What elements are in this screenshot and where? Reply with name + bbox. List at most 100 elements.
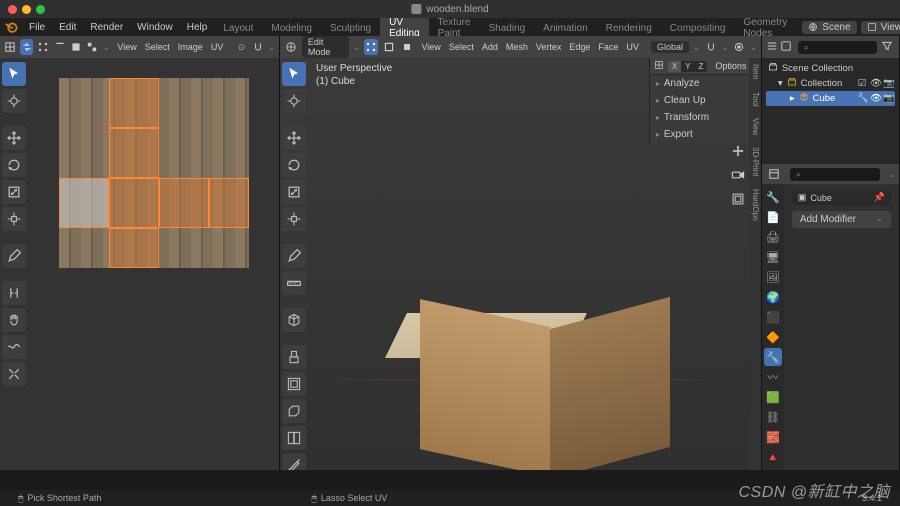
tab-modeling[interactable]: Modeling [262,18,321,38]
object-item[interactable]: ▸ Cube 🔧👁📷 [766,91,895,106]
tab-compositing[interactable]: Compositing [661,18,735,38]
transform-tool[interactable] [2,207,26,231]
pinch-tool[interactable] [2,362,26,386]
scale-tool[interactable] [2,180,26,204]
eye-icon[interactable]: 👁 [870,93,880,104]
ntab-view[interactable]: View [749,112,761,141]
transform-tool[interactable] [282,207,306,231]
camera-view-icon[interactable] [729,166,747,184]
snap-toggle-icon[interactable] [704,39,718,55]
editor-type-icon[interactable] [766,40,780,55]
menu-window[interactable]: Window [130,22,180,33]
tab-texture-paint[interactable]: Texture Paint [429,18,480,38]
minimize-window-dot[interactable] [22,5,31,14]
island-select-icon[interactable] [86,39,98,55]
face-mode-icon[interactable] [400,39,414,55]
proptab-object[interactable]: 🔶 [764,328,782,346]
npanel-export[interactable]: Export [650,126,749,143]
bevel-tool[interactable] [282,399,306,423]
camera-icon[interactable]: 📷 [883,93,893,104]
proptab-world[interactable]: 🌍 [764,288,782,306]
uv-menu-select[interactable]: Select [141,42,174,52]
proptab-physics[interactable]: 🟩 [764,388,782,406]
orientation-selector[interactable]: Global [651,41,689,53]
cursor-tool[interactable] [2,89,26,113]
modifier-icon[interactable]: 🔧 [857,93,867,104]
scene-collection-item[interactable]: Scene Collection [766,61,895,76]
proptab-modifier[interactable]: 🔧 [764,348,782,366]
tab-rendering[interactable]: Rendering [597,18,661,38]
checkbox-icon[interactable]: ☑ [857,78,867,89]
xyz-toggle[interactable]: XYZ [668,61,708,72]
proptab-scene[interactable]: 🖼 [764,268,782,286]
camera-icon[interactable]: 📷 [883,78,893,89]
vertex-select-icon[interactable] [37,39,49,55]
editor-type-icon[interactable] [284,39,298,55]
tab-sculpting[interactable]: Sculpting [321,18,380,38]
outliner-search[interactable]: ⌕ [798,41,877,54]
ntab-tool[interactable]: Tool [749,86,761,113]
uv-texture[interactable] [59,78,249,268]
measure-tool[interactable] [282,271,306,295]
tab-layout[interactable]: Layout [214,18,262,38]
cube-object[interactable] [430,268,610,358]
proptab-view[interactable]: 🖥 [764,248,782,266]
v3d-menu-mesh[interactable]: Mesh [502,42,532,52]
proportional-edit-icon[interactable] [732,39,746,55]
relax-tool[interactable] [2,335,26,359]
face-select-icon[interactable] [70,39,82,55]
uv-sync-icon[interactable] [20,39,32,55]
menu-render[interactable]: Render [83,22,130,33]
annotate-tool[interactable] [2,244,26,268]
proptab-material[interactable]: 🧱 [764,428,782,446]
properties-breadcrumb[interactable]: ▣Cube📌 [792,190,891,205]
v3d-menu-edge[interactable]: Edge [565,42,594,52]
mode-selector[interactable]: Edit Mode [302,36,349,58]
blender-logo[interactable] [4,20,18,34]
v3d-menu-add[interactable]: Add [478,42,502,52]
tab-geometry-nodes[interactable]: Geometry Nodes [734,18,796,38]
rotate-tool[interactable] [282,153,306,177]
npanel-analyze[interactable]: Analyze [650,75,749,92]
proptab-collection[interactable]: ⬛ [764,308,782,326]
proptab-constraint[interactable]: ⛓ [764,408,782,426]
menu-help[interactable]: Help [180,22,215,33]
tab-animation[interactable]: Animation [534,18,596,38]
maximize-window-dot[interactable] [36,5,45,14]
tab-shading[interactable]: Shading [479,18,534,38]
properties-search[interactable]: ⌕ [790,168,880,181]
move-tool[interactable] [2,126,26,150]
select-tool[interactable] [282,62,306,86]
proptab-print[interactable]: 🖨 [764,228,782,246]
add-modifier-button[interactable]: Add Modifier⌄ [792,211,891,228]
uv-menu-view[interactable]: View [113,42,140,52]
cursor-tool[interactable] [282,89,306,113]
inset-tool[interactable] [282,372,306,396]
uv-menu-image[interactable]: Image [174,42,207,52]
ntab-3d-print[interactable]: 3D-Print [749,141,761,182]
pivot-icon[interactable]: ⊙ [235,39,247,55]
v3d-menu-vertex[interactable]: Vertex [532,42,566,52]
uv-menu-uv[interactable]: UV [207,42,228,52]
collection-item[interactable]: ▾ Collection ☑👁📷 [766,76,895,91]
extrude-tool[interactable] [282,345,306,369]
perspective-icon[interactable] [729,190,747,208]
menu-file[interactable]: File [22,22,52,33]
tab-uv-editing[interactable]: UV Editing [380,18,429,38]
snap-icon[interactable] [252,39,264,55]
scene-selector[interactable]: Scene [802,21,856,34]
v3d-menu-select[interactable]: Select [445,42,478,52]
proptab-render[interactable]: 🔧 [764,188,782,206]
pan-icon[interactable] [729,142,747,160]
npanel-clean-up[interactable]: Clean Up [650,92,749,109]
mesh-icon[interactable] [654,60,664,72]
ntab-item[interactable]: Item [749,58,761,86]
rip-tool[interactable] [2,281,26,305]
select-tool[interactable] [2,62,26,86]
ntab-hardops[interactable]: HardOps [749,183,761,227]
display-mode-icon[interactable] [780,40,794,55]
eye-icon[interactable]: 👁 [870,78,880,89]
addcube-tool[interactable] [282,308,306,332]
knife-tool[interactable] [282,453,306,470]
npanel-transform[interactable]: Transform [650,109,749,126]
